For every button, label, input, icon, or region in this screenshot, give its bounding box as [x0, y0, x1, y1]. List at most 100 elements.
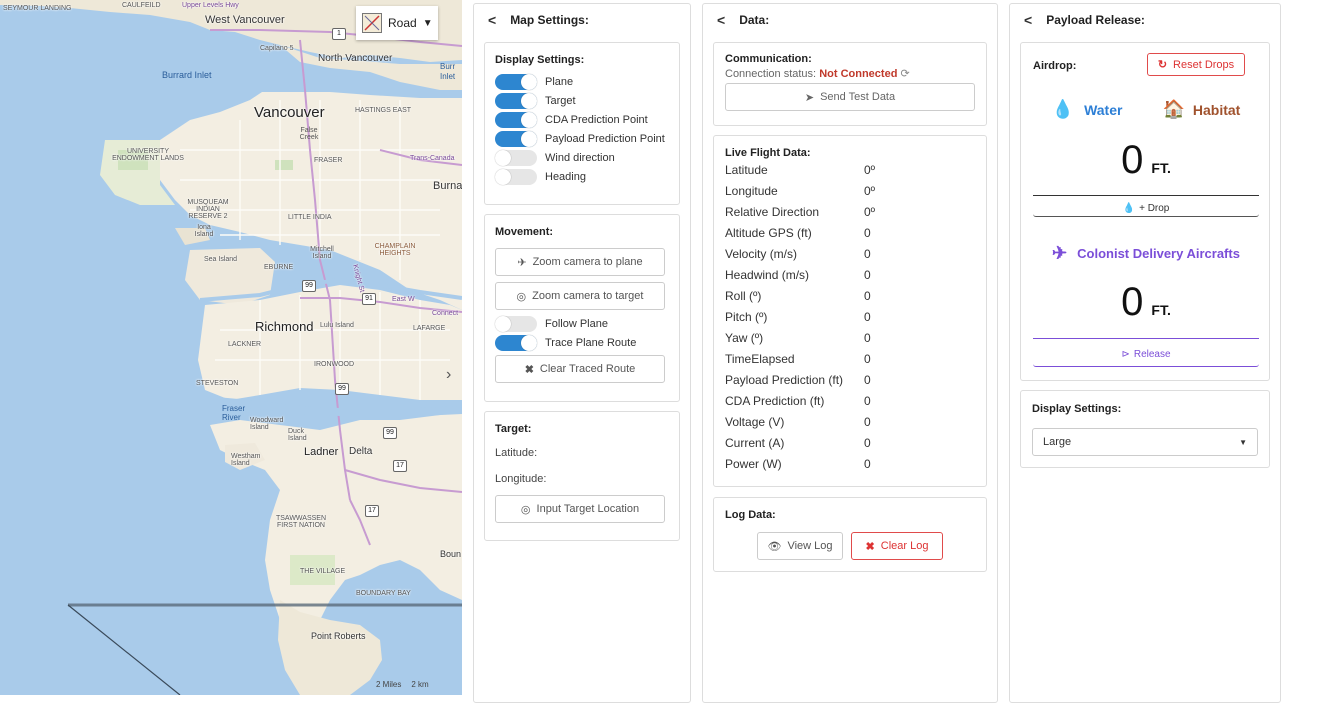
flight-data-value: 0	[864, 246, 871, 261]
flight-data-key: Velocity (m/s)	[725, 246, 798, 261]
map-label: Connect	[432, 310, 459, 317]
toggle-target[interactable]: Target	[495, 91, 669, 110]
card-title: Live Flight Data:	[725, 147, 811, 159]
toggle-trace-route[interactable]: Trace Plane Route	[495, 333, 669, 352]
home-icon: 🏠	[1162, 99, 1185, 119]
send-test-data-button[interactable]: ➤ Send Test Data	[725, 83, 975, 111]
flight-data-row: Voltage (V) 0	[725, 411, 975, 432]
flight-data-key: Yaw (º)	[725, 330, 764, 345]
flight-data-key: Voltage (V)	[725, 414, 785, 429]
clear-traced-route-button[interactable]: ✖ Clear Traced Route	[495, 355, 665, 383]
toggle-label: Heading	[545, 170, 586, 183]
flight-data-row: Pitch (º) 0	[725, 306, 975, 327]
card-title: Communication:	[725, 53, 812, 65]
flight-data-value: 0	[864, 351, 871, 366]
toggle-switch[interactable]	[495, 315, 537, 332]
distance-unit: FT.	[1151, 302, 1171, 318]
map-label: Duck Island	[288, 428, 307, 442]
map-label: Delta	[349, 446, 373, 457]
toggle-heading[interactable]: Heading	[495, 167, 669, 186]
toggle-switch[interactable]	[495, 149, 537, 166]
toggle-switch[interactable]	[495, 73, 537, 90]
water-drop-icon: 💧	[1051, 99, 1075, 119]
toggle-switch[interactable]	[495, 168, 537, 185]
map-label: FRASER	[314, 157, 343, 164]
toggle-cda-prediction-point[interactable]: CDA Prediction Point	[495, 110, 669, 129]
caret-down-icon: ▼	[1239, 437, 1247, 447]
habitat-label: Habitat	[1192, 101, 1241, 118]
map-layer-select[interactable]: Road ▼	[356, 6, 438, 40]
flight-data-key: Latitude	[725, 162, 768, 177]
flight-data-row: Headwind (m/s) 0	[725, 264, 975, 285]
map-label: Ladner	[304, 446, 339, 458]
zoom-to-plane-button[interactable]: ✈ Zoom camera to plane	[495, 248, 665, 276]
view-log-button[interactable]: 👁 View Log	[757, 532, 843, 560]
map-label: MUSQUEAM INDIAN RESERVE 2	[187, 199, 229, 220]
chevron-left-icon[interactable]: <	[1024, 12, 1032, 28]
chevron-left-icon[interactable]: <	[717, 12, 725, 28]
map-label: UNIVERSITY ENDOWMENT LANDS	[112, 148, 184, 162]
button-label: View Log	[787, 540, 833, 552]
select-value: Large	[1043, 436, 1072, 448]
button-label: Send Test Data	[820, 91, 896, 103]
toggle-wind-direction[interactable]: Wind direction	[495, 148, 669, 167]
flight-data-row: Relative Direction 0º	[725, 201, 975, 222]
flight-data-row: TimeElapsed 0	[725, 348, 975, 369]
flight-data-key: Altitude GPS (ft)	[725, 225, 812, 240]
flight-data-value: 0	[864, 372, 871, 387]
size-select[interactable]: Large ▼	[1032, 428, 1258, 456]
toggle-follow-plane[interactable]: Follow Plane	[495, 314, 669, 333]
close-icon: ✖	[865, 540, 875, 553]
toggle-plane[interactable]: Plane	[495, 72, 669, 91]
cda-label: Colonist Delivery Aircrafts	[1077, 246, 1240, 261]
highway-shield: 17	[393, 460, 407, 472]
chevron-right-icon[interactable]: ›	[446, 366, 451, 384]
toggle-switch[interactable]	[495, 130, 537, 147]
flight-data-value: 0	[864, 267, 871, 282]
flight-data-row: Yaw (º) 0	[725, 327, 975, 348]
toggle-payload-prediction-point[interactable]: Payload Prediction Point	[495, 129, 669, 148]
cda-distance: 0 FT.	[1021, 280, 1271, 325]
toggle-switch[interactable]	[495, 111, 537, 128]
map-label: Trans-Canada	[410, 155, 455, 162]
flight-data-row: Power (W) 0	[725, 453, 975, 474]
map-label: Burrard Inlet	[162, 70, 212, 80]
toggle-switch[interactable]	[495, 334, 537, 351]
input-target-location-button[interactable]: ◎ Input Target Location	[495, 495, 665, 523]
card-title: Movement:	[495, 226, 554, 238]
toggle-switch[interactable]	[495, 92, 537, 109]
refresh-icon[interactable]: ⟳	[900, 68, 909, 80]
map-view[interactable]: SEYMOUR LANDING CAULFEILD Upper Levels H…	[0, 0, 462, 695]
clear-log-button[interactable]: ✖ Clear Log	[851, 532, 943, 560]
card-title: Target:	[495, 423, 532, 435]
chevron-left-icon[interactable]: <	[488, 12, 496, 28]
map-label: Burr	[440, 62, 456, 71]
target-icon: ◎	[516, 290, 527, 303]
flight-data-value: 0	[864, 330, 871, 345]
button-label: Release	[1133, 349, 1171, 360]
button-label: Input Target Location	[536, 503, 640, 515]
map-label: CHAMPLAIN HEIGHTS	[374, 243, 416, 257]
distance-unit: FT.	[1151, 160, 1171, 176]
map-label: Upper Levels Hwy	[182, 2, 239, 9]
flight-data-key: Power (W)	[725, 456, 782, 471]
drop-distance: 0 FT.	[1021, 138, 1271, 183]
target-icon: ◎	[520, 503, 531, 516]
flight-data-key: CDA Prediction (ft)	[725, 393, 825, 408]
cda-title: ✈ Colonist Delivery Aircrafts	[1021, 243, 1271, 264]
map-label: BOUNDARY BAY	[356, 590, 411, 597]
toggle-label: Payload Prediction Point	[545, 132, 665, 145]
flight-data-key: Relative Direction	[725, 204, 820, 219]
map-label: Westham Island	[231, 453, 261, 467]
zoom-to-target-button[interactable]: ◎ Zoom camera to target	[495, 282, 665, 310]
panel-title: Data:	[739, 13, 770, 27]
drop-button[interactable]: 💧 + Drop	[1033, 200, 1259, 217]
scale-km: 2 km	[411, 680, 429, 689]
toggle-label: Plane	[545, 75, 574, 88]
water-label: Water	[1084, 101, 1123, 118]
map-label: CAULFEILD	[122, 2, 161, 9]
release-button[interactable]: ⊳ Release	[1033, 343, 1259, 367]
flight-data-row: Velocity (m/s) 0	[725, 243, 975, 264]
reset-drops-button[interactable]: ↻ Reset Drops	[1147, 53, 1245, 76]
data-header: < Data:	[703, 4, 997, 36]
